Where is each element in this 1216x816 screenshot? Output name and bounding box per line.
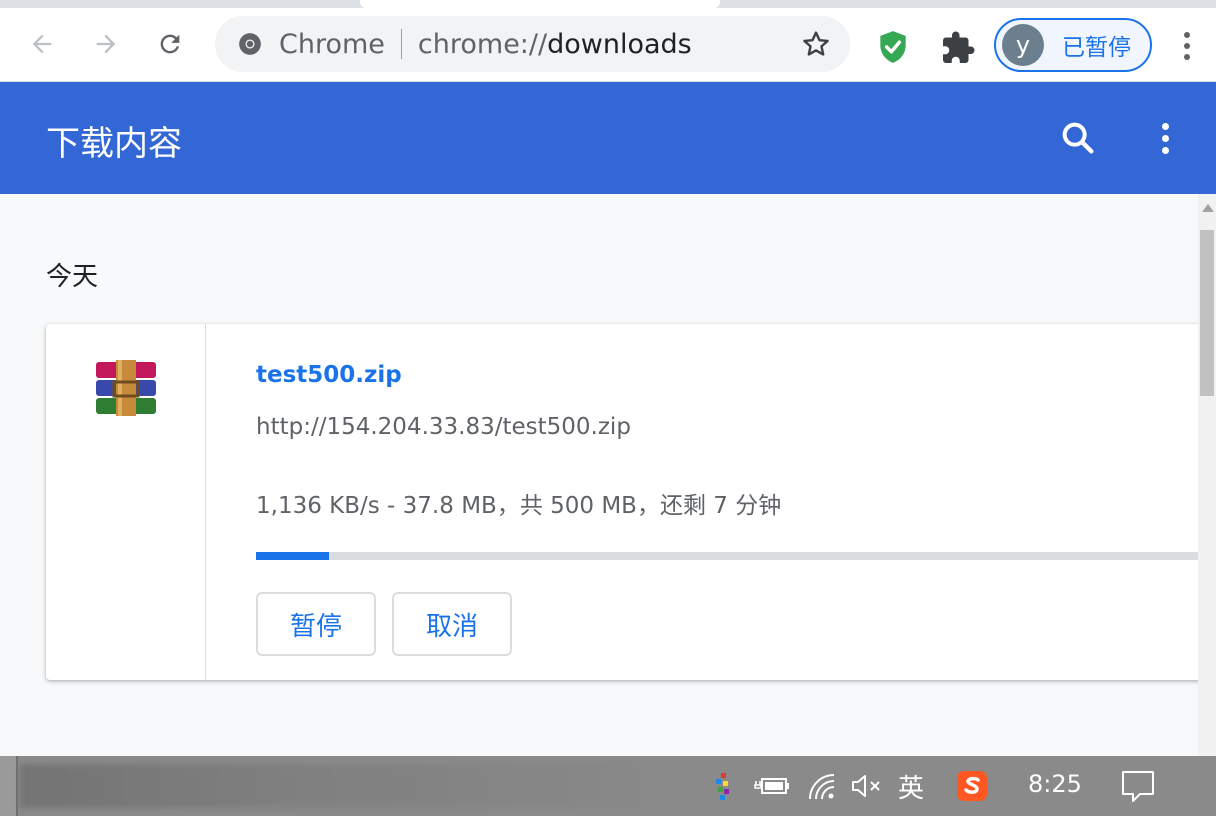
browser-toolbar: Chrome chrome://downloads y 已暂停 bbox=[0, 8, 1216, 82]
page-title: 下载内容 bbox=[46, 124, 182, 164]
colorful-grid-icon[interactable] bbox=[714, 770, 734, 802]
url-host: downloads bbox=[547, 28, 692, 60]
active-tab[interactable] bbox=[360, 0, 720, 8]
progress-bar bbox=[256, 552, 1198, 560]
site-chip: Chrome bbox=[279, 28, 385, 60]
puzzle-extensions-icon[interactable] bbox=[940, 30, 976, 66]
dot-icon bbox=[1161, 122, 1169, 130]
arrow-left-icon bbox=[32, 34, 52, 54]
progress-fill bbox=[256, 552, 329, 560]
search-icon[interactable] bbox=[1058, 118, 1098, 158]
avatar: y bbox=[1002, 24, 1044, 66]
bookmark-star-icon[interactable] bbox=[800, 28, 832, 60]
battery-charging-icon[interactable] bbox=[754, 770, 790, 802]
dot-icon bbox=[1161, 146, 1169, 154]
cancel-button[interactable]: 取消 bbox=[392, 592, 512, 656]
reload-button[interactable] bbox=[150, 24, 190, 64]
url-scheme: chrome:// bbox=[417, 28, 548, 60]
download-status: 1,136 KB/s - 37.8 MB，共 500 MB，还剩 7 分钟 bbox=[256, 493, 782, 519]
url-text: chrome://downloads bbox=[418, 29, 692, 60]
shield-extension-icon[interactable] bbox=[874, 28, 912, 66]
downloads-list: 今天 test500.zip http://154.204.33.83/test… bbox=[0, 194, 1198, 756]
omnibox-divider bbox=[400, 29, 402, 59]
scrollbar-thumb[interactable] bbox=[1200, 230, 1214, 396]
reload-icon bbox=[160, 34, 180, 54]
chrome-logo-icon bbox=[235, 29, 265, 59]
system-clock[interactable]: 8:25 bbox=[1028, 770, 1082, 798]
profile-button[interactable]: y 已暂停 bbox=[994, 18, 1152, 72]
file-icon-column bbox=[46, 324, 206, 680]
back-button[interactable] bbox=[22, 24, 62, 64]
dot-icon bbox=[1161, 134, 1169, 142]
tab-strip bbox=[0, 0, 1216, 8]
wifi-icon[interactable] bbox=[806, 770, 838, 802]
sync-paused-label: 已暂停 bbox=[1062, 35, 1131, 61]
pause-button[interactable]: 暂停 bbox=[256, 592, 376, 656]
file-name-link[interactable]: test500.zip bbox=[256, 362, 402, 388]
ime-language-indicator[interactable]: 英 bbox=[898, 770, 924, 804]
arrow-right-icon bbox=[96, 34, 116, 54]
scroll-up-arrow-icon[interactable] bbox=[1202, 204, 1214, 212]
source-url[interactable]: http://154.204.33.83/test500.zip bbox=[256, 414, 631, 440]
dot-icon bbox=[1184, 43, 1190, 49]
volume-muted-icon[interactable] bbox=[850, 770, 884, 802]
dot-icon bbox=[1184, 54, 1190, 60]
notification-center-icon[interactable] bbox=[1120, 770, 1156, 802]
forward-button[interactable] bbox=[86, 24, 126, 64]
vertical-scrollbar[interactable] bbox=[1198, 194, 1216, 756]
taskbar-edge bbox=[0, 756, 18, 816]
date-group-heading: 今天 bbox=[46, 262, 99, 292]
blurred-taskbar-apps bbox=[20, 764, 680, 808]
sogou-ime-icon[interactable] bbox=[956, 770, 988, 802]
download-item-card: test500.zip http://154.204.33.83/test500… bbox=[46, 324, 1198, 680]
dot-icon bbox=[1184, 32, 1190, 38]
more-actions-button[interactable] bbox=[1150, 116, 1180, 160]
downloads-header: 下载内容 bbox=[0, 82, 1216, 194]
address-bar[interactable]: Chrome chrome://downloads bbox=[215, 16, 850, 72]
download-details: test500.zip http://154.204.33.83/test500… bbox=[256, 324, 1198, 680]
windows-taskbar: 英 8:25 bbox=[0, 756, 1216, 816]
browser-menu-button[interactable] bbox=[1172, 26, 1202, 66]
archive-file-icon bbox=[96, 360, 156, 416]
